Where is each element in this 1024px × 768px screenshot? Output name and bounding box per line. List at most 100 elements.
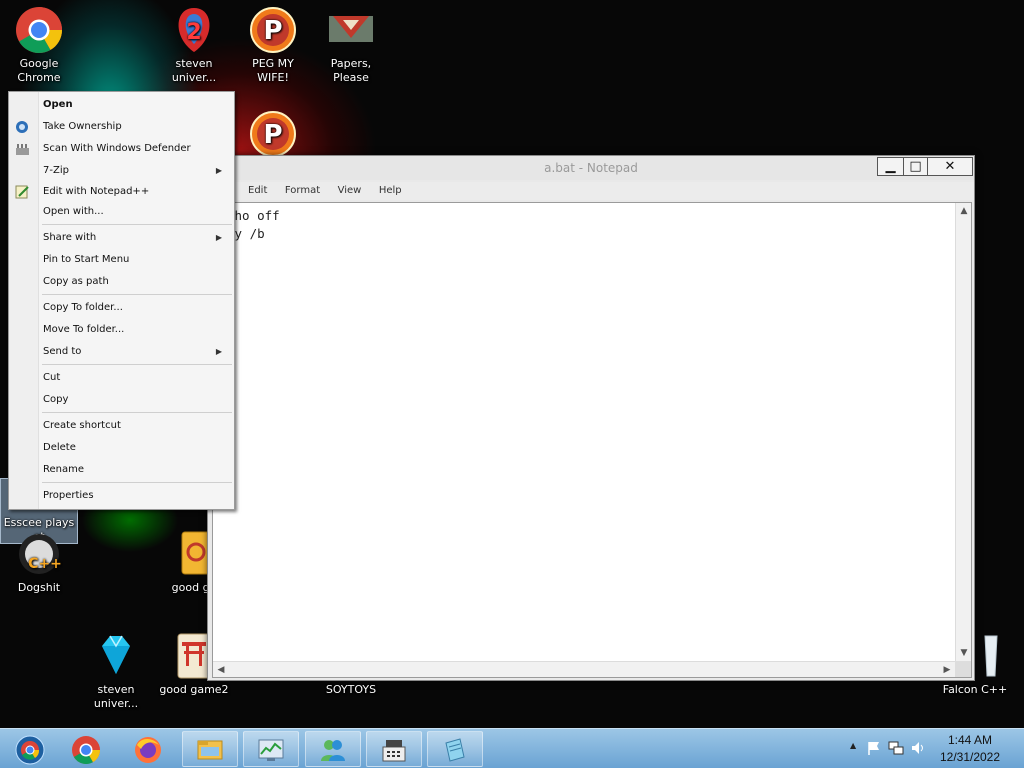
- desktop-icon-label: Papers, Please: [330, 57, 372, 84]
- scroll-left-arrow-icon[interactable]: ◀: [213, 662, 229, 678]
- menu-item-label: Properties: [43, 490, 94, 501]
- desktop-icon-peg-my-wife[interactable]: P PEG MY WIFE!: [235, 6, 311, 85]
- desktop-icon-label: PEG MY WIFE!: [252, 57, 294, 84]
- steven-universe-icon: 2: [170, 6, 218, 54]
- taskmgr-icon: [258, 739, 284, 761]
- chrome-icon: [15, 6, 63, 54]
- peggle-icon: P: [249, 6, 297, 54]
- menu-item-label: Take Ownership: [43, 121, 122, 132]
- taskbar-cash-register[interactable]: [366, 731, 422, 767]
- taskbar: ▲ 1:44 AM 12/31/2022: [0, 728, 1024, 768]
- cpp-icon: C++: [15, 530, 63, 578]
- maximize-button[interactable]: □: [903, 157, 928, 176]
- desktop-icon-chrome[interactable]: Google Chrome: [1, 6, 77, 85]
- desktop-icon-label: good game2: [159, 683, 229, 696]
- taskbar-messenger[interactable]: [305, 731, 361, 767]
- menu-item-delete[interactable]: Delete: [11, 438, 232, 458]
- scroll-down-arrow-icon[interactable]: ▼: [956, 645, 972, 661]
- menu-item-take-ownership[interactable]: Take Ownership: [11, 117, 232, 137]
- menu-item-label: Create shortcut: [43, 420, 121, 431]
- menu-item-cut[interactable]: Cut: [11, 368, 232, 388]
- horizontal-scrollbar[interactable]: ◀ ▶: [213, 661, 955, 677]
- start-button[interactable]: [2, 731, 58, 767]
- close-button[interactable]: ✕: [927, 157, 973, 176]
- clock-time[interactable]: 1:44 AM: [930, 733, 1010, 747]
- desktop: Google Chrome 2 steven univer... P PEG M…: [0, 0, 1024, 728]
- submenu-arrow-icon: ▶: [215, 347, 222, 356]
- window-title: a.bat - Notepad: [208, 156, 974, 180]
- scroll-up-arrow-icon[interactable]: ▲: [956, 203, 972, 219]
- menu-item-open[interactable]: Open: [11, 95, 232, 115]
- menu-item-scan-defender[interactable]: Scan With Windows Defender: [11, 139, 232, 159]
- menu-item-label: Share with: [43, 232, 97, 243]
- action-center-flag-icon[interactable]: [866, 740, 882, 756]
- taskbar-firefox[interactable]: [120, 731, 176, 767]
- vertical-scrollbar[interactable]: ▲ ▼: [955, 203, 971, 661]
- menu-item-copy-as-path[interactable]: Copy as path: [11, 272, 232, 292]
- menu-item-create-shortcut[interactable]: Create shortcut: [11, 416, 232, 436]
- menu-separator: [42, 364, 232, 365]
- menu-item-rename[interactable]: Rename: [11, 460, 232, 480]
- svg-text:P: P: [263, 120, 282, 150]
- taskbar-notepad[interactable]: [427, 731, 483, 767]
- menu-edit[interactable]: Edit: [248, 182, 267, 200]
- start-orb-icon: [15, 735, 45, 765]
- menu-view[interactable]: View: [338, 182, 362, 200]
- menu-item-label: Delete: [43, 442, 76, 453]
- menu-separator: [42, 412, 232, 413]
- menu-item-share-with[interactable]: Share with ▶: [11, 228, 232, 248]
- desktop-icon-papers-please[interactable]: Papers, Please: [313, 6, 389, 85]
- scroll-right-arrow-icon[interactable]: ▶: [939, 662, 955, 678]
- menu-bar: Edit Format View Help: [208, 182, 974, 200]
- network-icon[interactable]: [888, 740, 904, 756]
- menu-item-label: Copy To folder...: [43, 302, 123, 313]
- defender-icon: [15, 142, 30, 156]
- messenger-icon: [321, 740, 345, 761]
- menu-item-label: Rename: [43, 464, 85, 475]
- menu-item-send-to[interactable]: Send to ▶: [11, 342, 232, 362]
- text-editor[interactable]: cho off py /b ▲ ▼ ◀ ▶: [212, 202, 972, 678]
- papers-please-icon: [327, 6, 375, 54]
- menu-item-copy-to-folder[interactable]: Copy To folder...: [11, 298, 232, 318]
- ownership-icon: [15, 120, 30, 134]
- menu-item-7zip[interactable]: 7-Zip ▶: [11, 161, 232, 181]
- menu-format[interactable]: Format: [285, 182, 320, 200]
- clock-date[interactable]: 12/31/2022: [930, 750, 1010, 764]
- show-hidden-icons-icon[interactable]: ▲: [850, 741, 856, 750]
- menu-item-label: Cut: [43, 372, 61, 383]
- chrome-icon: [72, 736, 100, 764]
- cashregister-icon: [382, 740, 406, 762]
- taskbar-chrome[interactable]: [58, 731, 114, 767]
- context-menu: Open Take Ownership Scan With Windows De…: [8, 91, 235, 510]
- menu-item-label: Open with...: [43, 206, 104, 217]
- notepad-icon: [445, 738, 465, 762]
- menu-item-edit-notepadpp[interactable]: Edit with Notepad++: [11, 182, 232, 202]
- svg-text:P: P: [263, 16, 282, 46]
- notepadpp-icon: [15, 185, 30, 199]
- desktop-icon-peggle-2[interactable]: P: [235, 110, 311, 161]
- desktop-icon-label: steven univer...: [93, 683, 139, 710]
- notepad-window[interactable]: a.bat - Notepad ▁ □ ✕ Edit Format View H…: [207, 155, 975, 681]
- menu-item-properties[interactable]: Properties: [11, 486, 232, 506]
- volume-icon[interactable]: [910, 740, 926, 756]
- resize-grip-icon[interactable]: [955, 661, 971, 677]
- desktop-icon-label: steven univer...: [171, 57, 217, 84]
- menu-item-open-with[interactable]: Open with...: [11, 202, 232, 222]
- menu-item-pin-start[interactable]: Pin to Start Menu: [11, 250, 232, 270]
- diamond-icon: [92, 632, 140, 680]
- taskbar-task-manager[interactable]: [243, 731, 299, 767]
- menu-item-label: Scan With Windows Defender: [43, 143, 191, 154]
- desktop-icon-dogshit[interactable]: C++ Dogshit: [1, 530, 77, 595]
- submenu-arrow-icon: ▶: [215, 166, 222, 175]
- menu-item-label: Copy as path: [43, 276, 109, 287]
- taskbar-explorer[interactable]: [182, 731, 238, 767]
- firefox-icon: [135, 737, 161, 763]
- menu-item-move-to-folder[interactable]: Move To folder...: [11, 320, 232, 340]
- menu-help[interactable]: Help: [379, 182, 402, 200]
- desktop-icon-steven-universe[interactable]: 2 steven univer...: [156, 6, 232, 85]
- menu-item-label: 7-Zip: [43, 165, 69, 176]
- menu-item-copy[interactable]: Copy: [11, 390, 232, 410]
- minimize-button[interactable]: ▁: [877, 157, 904, 176]
- desktop-icon-label: Dogshit: [17, 581, 61, 594]
- desktop-icon-steven-universe-2[interactable]: steven univer...: [78, 632, 154, 711]
